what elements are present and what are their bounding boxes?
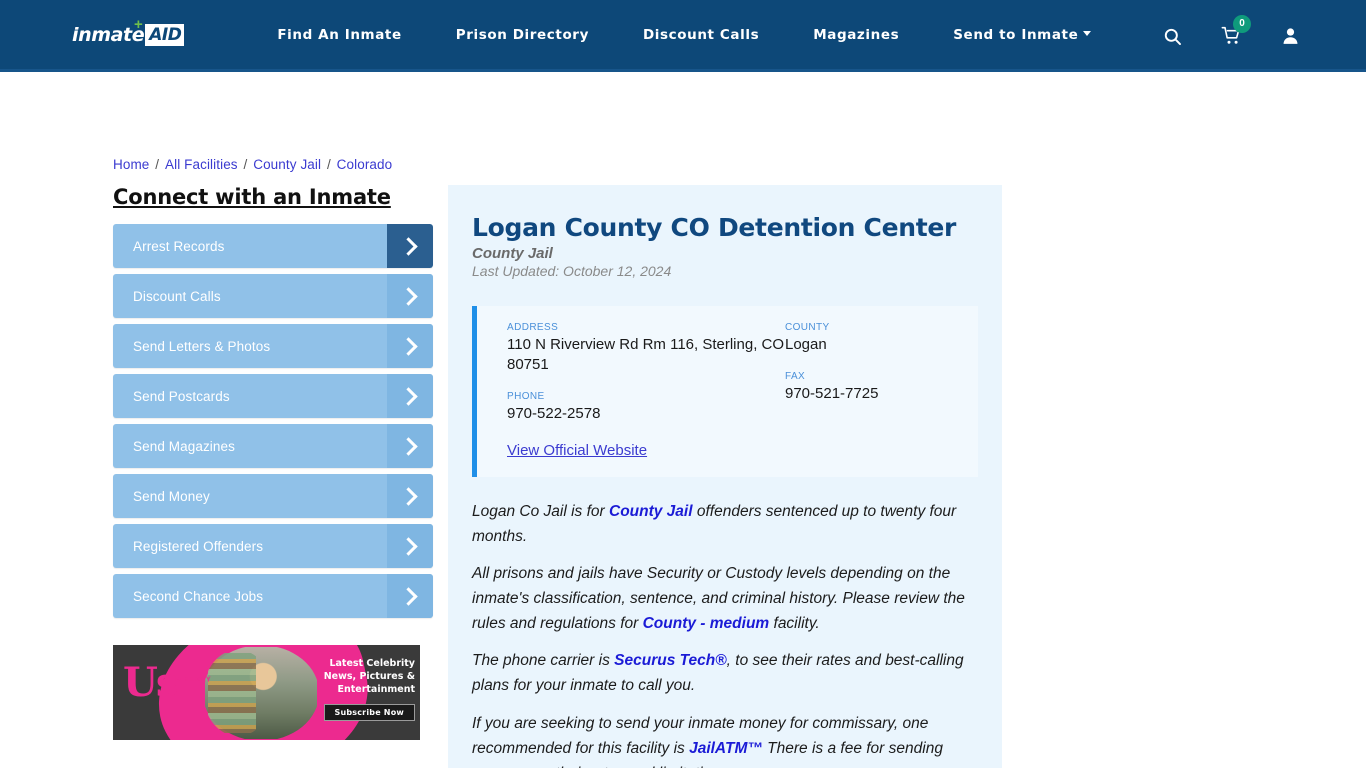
description-paragraph-3: The phone carrier is Securus Tech®, to s… bbox=[472, 648, 978, 698]
sidebar-item-label: Send Money bbox=[133, 488, 210, 504]
advertisement-banner[interactable]: UsWEEKLY Latest Celebrity News, Pictures… bbox=[113, 645, 420, 740]
link-jailatm[interactable]: JailATM™ bbox=[689, 740, 763, 757]
sidebar-item-label: Second Chance Jobs bbox=[133, 588, 264, 604]
description-paragraph-2: All prisons and jails have Security or C… bbox=[472, 561, 978, 636]
county-label: COUNTY bbox=[785, 322, 830, 333]
phone-label: PHONE bbox=[507, 390, 545, 402]
facility-detail-panel: Logan County CO Detention Center County … bbox=[448, 185, 1002, 768]
cart-icon[interactable]: 0 bbox=[1221, 15, 1251, 46]
sidebar-item-registered-offenders[interactable]: Registered Offenders bbox=[113, 524, 433, 568]
ad-photo-shelf bbox=[208, 653, 256, 733]
ad-copy-block: Latest Celebrity News, Pictures & Entert… bbox=[307, 657, 415, 722]
ad-tagline: Latest Celebrity News, Pictures & Entert… bbox=[323, 658, 415, 696]
chevron-right-icon bbox=[387, 324, 433, 368]
ad-subscribe-button[interactable]: Subscribe Now bbox=[323, 704, 415, 722]
nav-label: Discount Calls bbox=[642, 26, 760, 43]
info-column-left: ADDRESS 110 N Riverview Rd Rm 116, Sterl… bbox=[507, 322, 785, 440]
phone-value[interactable]: 970-522-2578 bbox=[507, 404, 785, 424]
breadcrumb-separator: / bbox=[239, 157, 252, 172]
sidebar-item-send-money[interactable]: Send Money bbox=[113, 474, 433, 518]
breadcrumb: Home / All Facilities / County Jail / Co… bbox=[113, 157, 392, 172]
breadcrumb-separator: / bbox=[151, 157, 163, 172]
cart-count-badge: 0 bbox=[1233, 15, 1251, 33]
sidebar-item-second-chance-jobs[interactable]: Second Chance Jobs bbox=[113, 574, 433, 618]
site-header: inmate + AID Find An Inmate Prison Direc… bbox=[0, 0, 1366, 72]
text-segment: Logan Co Jail is for bbox=[472, 502, 609, 520]
link-county-jail[interactable]: County Jail bbox=[609, 503, 693, 520]
sidebar-item-label: Registered Offenders bbox=[133, 538, 264, 554]
fax-label: FAX bbox=[785, 370, 806, 382]
sidebar-item-label: Send Letters & Photos bbox=[133, 338, 271, 354]
facility-info-card: ADDRESS 110 N Riverview Rd Rm 116, Sterl… bbox=[472, 306, 978, 477]
address-label: ADDRESS bbox=[507, 322, 559, 333]
chevron-down-icon bbox=[1083, 31, 1092, 36]
chevron-right-icon bbox=[387, 374, 433, 418]
sidebar: Connect with an Inmate Arrest Records Di… bbox=[113, 185, 433, 624]
sidebar-title: Connect with an Inmate bbox=[113, 185, 391, 209]
breadcrumb-item-all-facilities[interactable]: All Facilities bbox=[165, 157, 238, 172]
nav-label: Find An Inmate bbox=[277, 26, 402, 43]
county-value: Logan bbox=[785, 336, 827, 353]
ad-brand-subtext: WEEKLY bbox=[176, 676, 212, 684]
ad-brand-logo: UsWEEKLY bbox=[123, 663, 212, 703]
nav-item-send-to-inmate[interactable]: Send to Inmate bbox=[926, 27, 1118, 43]
sidebar-item-arrest-records[interactable]: Arrest Records bbox=[113, 224, 433, 268]
breadcrumb-separator: / bbox=[323, 157, 335, 172]
breadcrumb-item-county-jail[interactable]: County Jail bbox=[253, 157, 321, 172]
breadcrumb-item-home[interactable]: Home bbox=[113, 157, 149, 172]
chevron-right-icon bbox=[387, 474, 433, 518]
address-value: 110 N Riverview Rd Rm 116, Sterling, CO … bbox=[507, 336, 785, 373]
sidebar-item-send-letters-and-photos[interactable]: Send Letters & Photos bbox=[113, 324, 433, 368]
chevron-right-icon bbox=[387, 424, 433, 468]
nav-label: Send to Inmate bbox=[953, 26, 1079, 43]
text-segment: The phone carrier is bbox=[472, 652, 615, 670]
address-block: ADDRESS 110 N Riverview Rd Rm 116, Sterl… bbox=[507, 322, 785, 375]
user-account-icon[interactable] bbox=[1281, 26, 1300, 46]
phone-block: PHONE 970-522-2578 bbox=[507, 391, 785, 424]
nav-label: Magazines bbox=[813, 26, 900, 43]
sidebar-item-label: Arrest Records bbox=[133, 238, 225, 254]
sidebar-item-send-postcards[interactable]: Send Postcards bbox=[113, 374, 433, 418]
text-segment: facility. bbox=[769, 615, 820, 633]
view-official-website-link[interactable]: View Official Website bbox=[507, 442, 978, 459]
chevron-right-icon bbox=[387, 524, 433, 568]
logo-aid-badge: AID bbox=[145, 23, 185, 46]
sidebar-item-discount-calls[interactable]: Discount Calls bbox=[113, 274, 433, 318]
description-paragraph-4: If you are seeking to send your inmate m… bbox=[472, 711, 978, 768]
nav-label: Prison Directory bbox=[455, 26, 589, 43]
logo-plus-icon: + bbox=[134, 15, 143, 33]
chevron-right-icon bbox=[387, 574, 433, 618]
sidebar-item-label: Send Magazines bbox=[133, 438, 235, 454]
last-updated-text: Last Updated: October 12, 2024 bbox=[472, 263, 672, 279]
facility-type: County Jail bbox=[472, 245, 553, 262]
header-icon-group: 0 bbox=[1163, 0, 1300, 72]
chevron-right-icon bbox=[387, 274, 433, 318]
nav-item-find-an-inmate[interactable]: Find An Inmate bbox=[250, 27, 428, 43]
info-column-right: COUNTY Logan FAX 970-521-7725 bbox=[785, 322, 975, 440]
description-paragraph-1: Logan Co Jail is for County Jail offende… bbox=[472, 499, 978, 549]
nav-item-prison-directory[interactable]: Prison Directory bbox=[429, 27, 616, 43]
facility-description: Logan Co Jail is for County Jail offende… bbox=[472, 499, 978, 768]
main-navigation: Find An Inmate Prison Directory Discount… bbox=[250, 27, 1118, 43]
link-county-medium[interactable]: County - medium bbox=[643, 615, 770, 632]
county-block: COUNTY Logan bbox=[785, 322, 975, 355]
nav-item-discount-calls[interactable]: Discount Calls bbox=[616, 27, 786, 43]
site-logo[interactable]: inmate + AID bbox=[72, 17, 185, 48]
breadcrumb-item-colorado[interactable]: Colorado bbox=[337, 157, 393, 172]
page-title: Logan County CO Detention Center bbox=[472, 213, 957, 242]
nav-item-magazines[interactable]: Magazines bbox=[786, 27, 926, 43]
sidebar-item-send-magazines[interactable]: Send Magazines bbox=[113, 424, 433, 468]
sidebar-item-label: Discount Calls bbox=[133, 288, 221, 304]
link-securus-tech[interactable]: Securus Tech® bbox=[614, 652, 727, 669]
fax-block: FAX 970-521-7725 bbox=[785, 371, 975, 404]
fax-value: 970-521-7725 bbox=[785, 384, 879, 402]
search-icon[interactable] bbox=[1163, 27, 1182, 46]
ad-brand-text: Us bbox=[123, 659, 178, 706]
sidebar-item-label: Send Postcards bbox=[133, 388, 230, 404]
chevron-right-icon bbox=[387, 224, 433, 268]
